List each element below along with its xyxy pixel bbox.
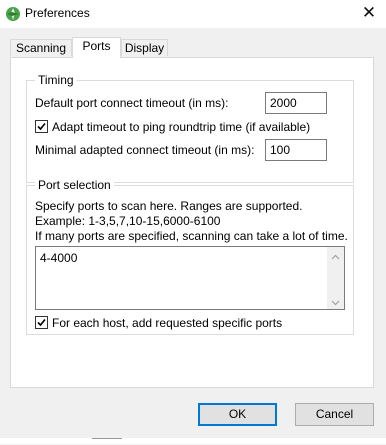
ports-tab-panel: Timing Default port connect timeout (in …: [10, 57, 374, 388]
add-specific-ports-checkbox[interactable]: [35, 316, 48, 329]
checkmark-icon: [37, 318, 46, 327]
window-title: Preferences: [25, 6, 90, 20]
ports-scrollbar[interactable]: [327, 247, 344, 309]
min-timeout-input[interactable]: 100: [265, 139, 327, 161]
add-specific-ports-label: For each host, add requested specific po…: [52, 316, 283, 330]
adapt-timeout-checkbox[interactable]: [35, 120, 48, 133]
port-help-line-2: Example: 1-3,5,7,10-15,6000-6100: [35, 214, 221, 228]
tab-ports[interactable]: Ports: [72, 37, 121, 58]
default-timeout-input[interactable]: 2000: [265, 92, 327, 114]
ports-textarea[interactable]: 4-4000: [35, 246, 345, 310]
port-help-line-1: Specify ports to scan here. Ranges are s…: [35, 199, 303, 213]
tab-display[interactable]: Display: [121, 39, 168, 56]
min-timeout-label: Minimal adapted connect timeout (in ms):: [35, 143, 255, 157]
app-icon: [5, 6, 21, 22]
ok-button[interactable]: OK: [198, 403, 277, 426]
title-bar: Preferences ✕: [0, 0, 386, 28]
port-selection-group-title: Port selection: [35, 178, 114, 192]
timing-group-title: Timing: [35, 73, 77, 87]
tab-scanning[interactable]: Scanning: [10, 39, 72, 56]
bottom-edge: [0, 438, 386, 444]
adapt-timeout-label: Adapt timeout to ping roundtrip time (if…: [52, 120, 311, 134]
default-timeout-label: Default port connect timeout (in ms):: [35, 96, 229, 110]
scroll-up-icon[interactable]: [331, 251, 340, 260]
port-help-line-3: If many ports are specified, scanning ca…: [35, 229, 348, 243]
close-button[interactable]: ✕: [352, 0, 386, 28]
cancel-button[interactable]: Cancel: [295, 403, 374, 426]
scroll-down-icon[interactable]: [331, 296, 340, 306]
checkmark-icon: [37, 122, 46, 131]
ports-value: 4-4000: [40, 251, 78, 265]
